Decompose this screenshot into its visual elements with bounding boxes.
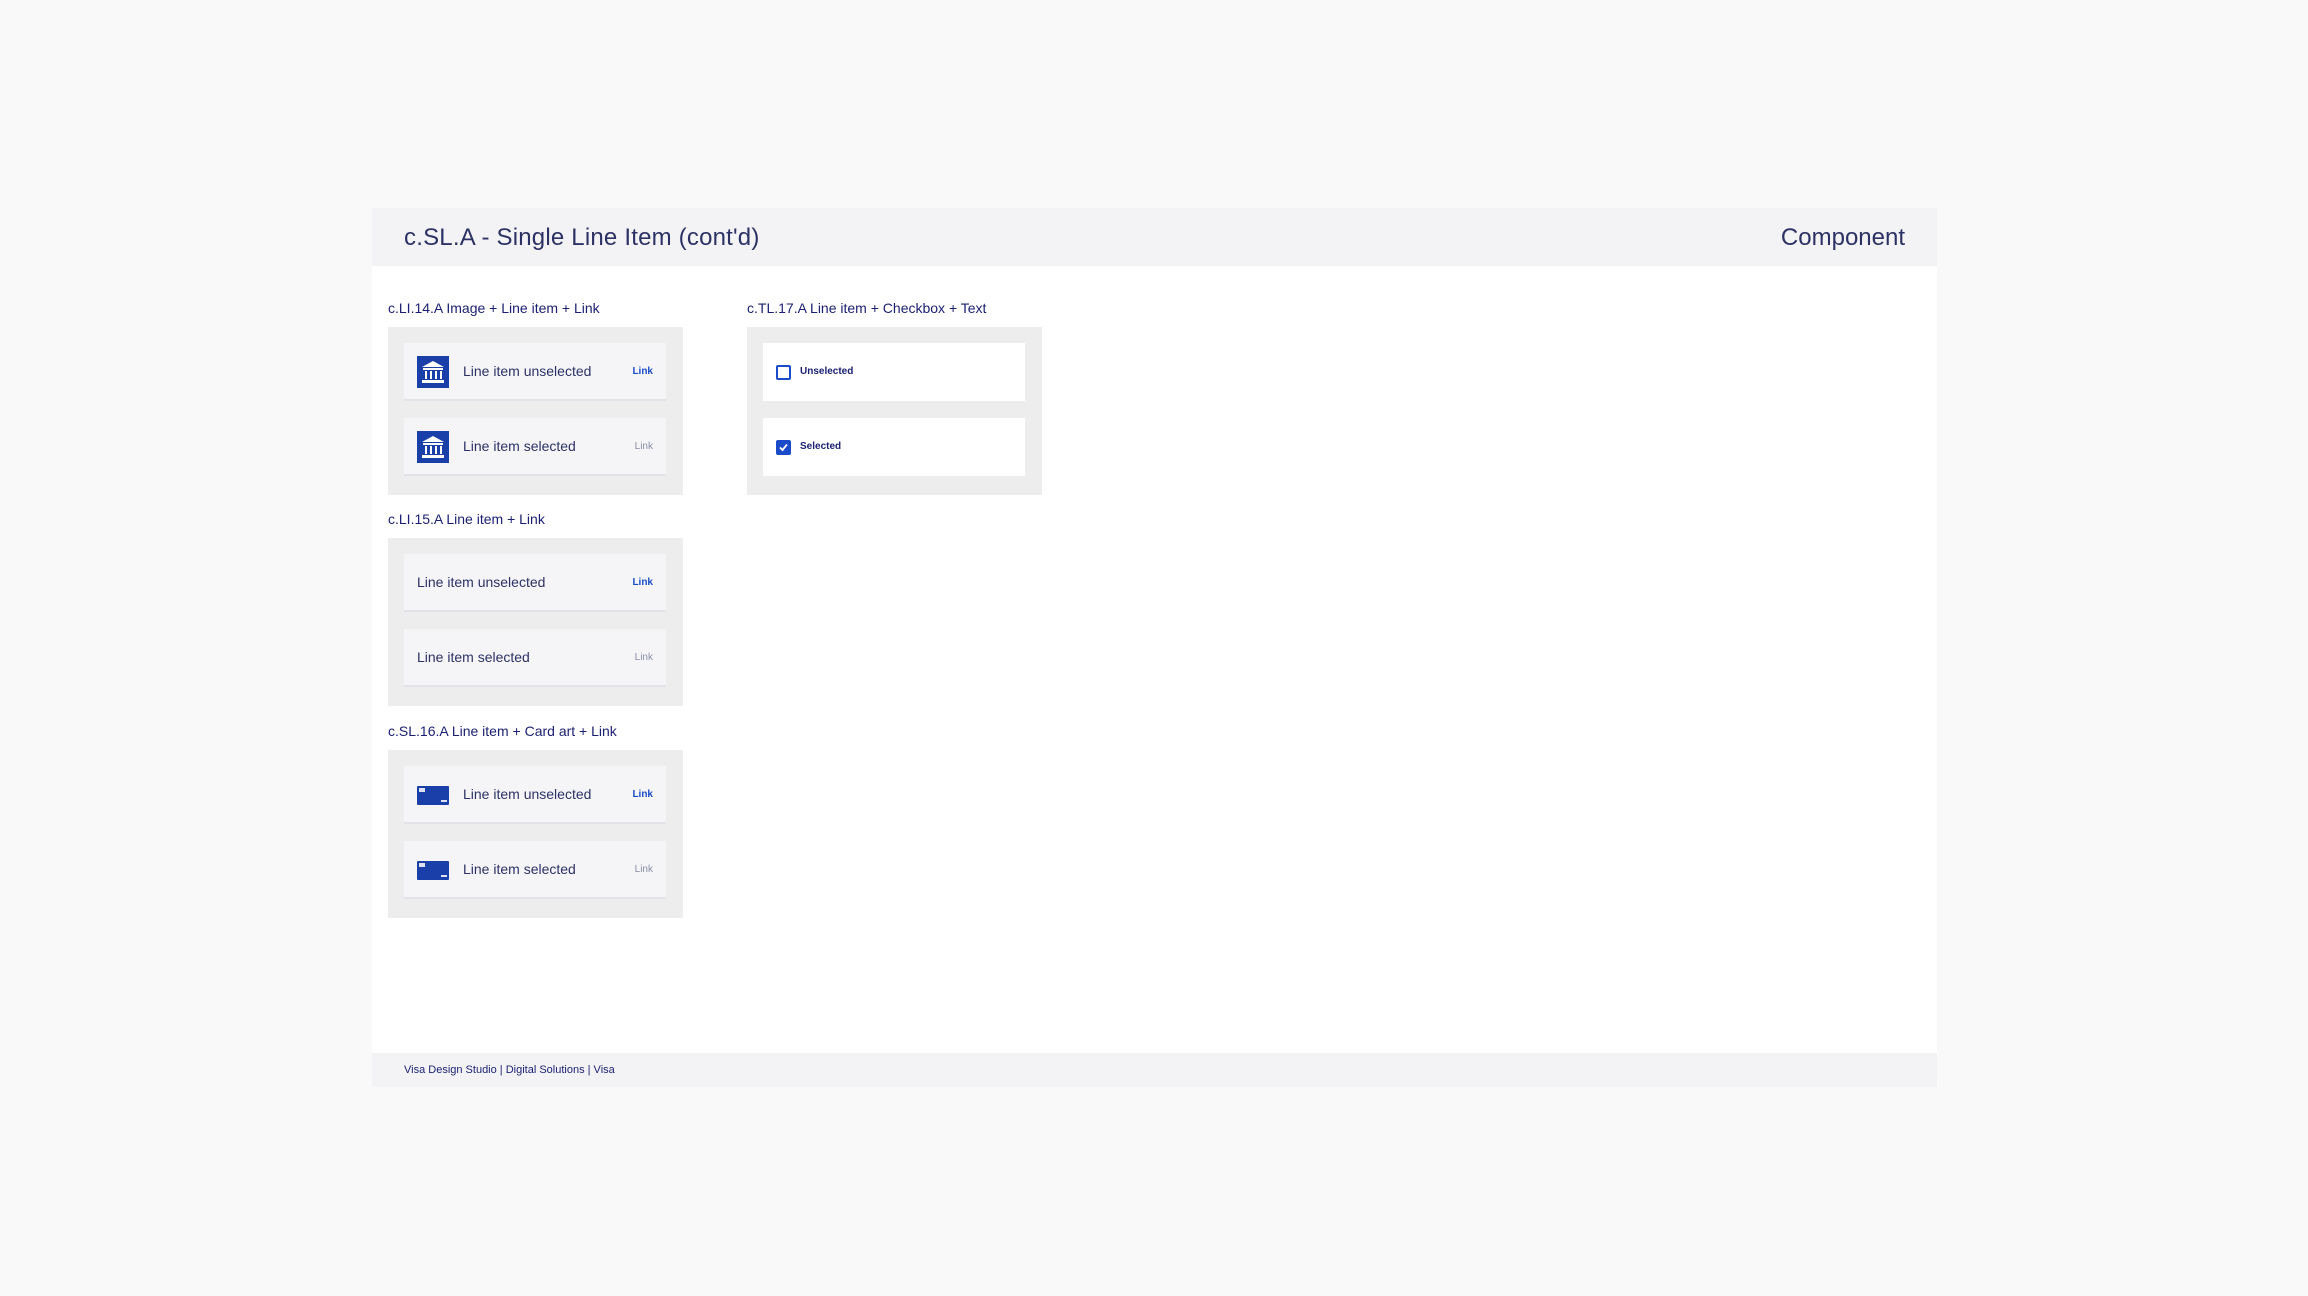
section-label-tl17: c.TL.17.A Line item + Checkbox + Text: [747, 300, 987, 316]
list-item-label: Line item unselected: [463, 786, 592, 802]
artboard: c.SL.A - Single Line Item (cont'd) Compo…: [372, 208, 1937, 1087]
list-item-label: Line item unselected: [463, 363, 592, 379]
list-item-label: Line item selected: [463, 438, 576, 454]
checkbox-label: Selected: [800, 441, 842, 452]
list-item-link[interactable]: Link: [635, 441, 653, 452]
page-header: c.SL.A - Single Line Item (cont'd) Compo…: [372, 208, 1937, 266]
bank-logo-icon: [417, 431, 449, 463]
list-item-unselected[interactable]: Line item unselected Link: [404, 343, 666, 401]
list-item-label: Line item unselected: [417, 574, 546, 590]
page-title: c.SL.A - Single Line Item (cont'd): [404, 224, 760, 251]
footer-credit: Visa Design Studio | Digital Solutions |…: [404, 1064, 615, 1076]
page-kind-label: Component: [1780, 224, 1905, 251]
checkmark-icon: [779, 443, 788, 452]
checkbox-unchecked[interactable]: [776, 365, 791, 380]
checkbox-row-selected[interactable]: Selected: [763, 418, 1025, 476]
list-item-label: Line item selected: [463, 861, 576, 877]
card-art-icon: [417, 861, 449, 880]
section-label-li15: c.LI.15.A Line item + Link: [388, 511, 545, 527]
list-item-link[interactable]: Link: [635, 864, 653, 875]
checkbox-checked[interactable]: [776, 440, 791, 455]
bank-logo-icon: [417, 356, 449, 388]
list-item-link[interactable]: Link: [632, 366, 653, 377]
list-item-selected[interactable]: Line item selected Link: [404, 629, 666, 687]
page-footer: Visa Design Studio | Digital Solutions |…: [372, 1053, 1937, 1087]
list-item-unselected[interactable]: Line item unselected Link: [404, 554, 666, 612]
list-item-link[interactable]: Link: [632, 577, 653, 588]
card-art-icon: [417, 786, 449, 805]
checkbox-label: Unselected: [800, 366, 854, 377]
panel-tl17: Unselected Selected: [747, 327, 1042, 495]
panel-li15: Line item unselected Link Line item sele…: [388, 538, 683, 706]
list-item-label: Line item selected: [417, 649, 530, 665]
panel-li14: Line item unselected Link Line item sele…: [388, 327, 683, 495]
checkbox-row-unselected[interactable]: Unselected: [763, 343, 1025, 401]
panel-sl16: Line item unselected Link Line item sele…: [388, 750, 683, 918]
list-item-link[interactable]: Link: [635, 652, 653, 663]
list-item-selected[interactable]: Line item selected Link: [404, 418, 666, 476]
section-label-li14: c.LI.14.A Image + Line item + Link: [388, 300, 600, 316]
list-item-selected[interactable]: Line item selected Link: [404, 841, 666, 899]
list-item-link[interactable]: Link: [632, 789, 653, 800]
section-label-sl16: c.SL.16.A Line item + Card art + Link: [388, 723, 617, 739]
list-item-unselected[interactable]: Line item unselected Link: [404, 766, 666, 824]
